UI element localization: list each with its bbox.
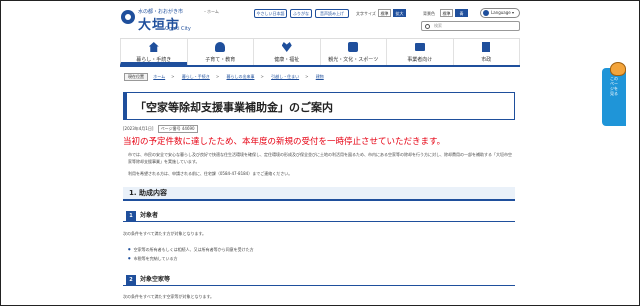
search-placeholder: 検索 — [434, 23, 442, 28]
nav-divider — [120, 65, 520, 67]
eligibility-text: 次の条件をすべて満たす方が対象となります。 — [123, 231, 207, 236]
background-blue-button[interactable]: 青 — [455, 9, 468, 17]
search-icon — [425, 24, 430, 29]
nav-item-childcare[interactable]: 子育て・教育 — [186, 39, 253, 65]
breadcrumb-item[interactable]: 暮らしの出来事 — [226, 74, 254, 80]
nav-item-business[interactable]: 事業者向け — [386, 39, 453, 65]
font-size-normal-button[interactable]: 標準 — [378, 9, 391, 17]
family-icon — [215, 42, 226, 52]
language-button[interactable]: Language ▾ — [480, 8, 520, 18]
city-emblem-icon — [121, 10, 135, 24]
nav-label: 観光・文化・スポーツ — [328, 57, 379, 63]
nav-label: 事業者向け — [407, 57, 433, 63]
ribbon-text: このページを見る — [610, 76, 618, 96]
background-color-label: 背景色 — [423, 11, 435, 16]
nav-item-tourism[interactable]: 観光・文化・スポーツ — [319, 39, 386, 65]
breadcrumb-item[interactable]: 暮らし・手続き — [182, 74, 210, 80]
home-icon — [148, 42, 159, 52]
intro-paragraph: 市では、市民の安全で安心な暮らし及び良好で快適な住生活環境を確保し、定住環境の形… — [128, 152, 512, 164]
page-meta: [2023年4月1日] ページ番号 44690 — [123, 125, 198, 133]
contact-paragraph: 利用を希望される方は、申請される前に、住宅課（0584-47-8184）までご連… — [128, 171, 293, 176]
nav-item-living[interactable]: 暮らし・手続き — [120, 39, 187, 65]
nav-label: 子育て・教育 — [205, 57, 236, 63]
nav-item-city-government[interactable]: 市政 — [452, 39, 520, 65]
care-icon — [281, 42, 292, 52]
list-item: 市税等を完納している方 — [128, 256, 178, 262]
breadcrumb-item[interactable]: 引越し・住まい — [271, 74, 299, 80]
briefcase-icon — [414, 43, 425, 51]
list-item: 空家等の所有者もしくは相続人、又は所有者等から同意を受けた方 — [128, 247, 254, 253]
nav-label: 健康・福祉 — [274, 57, 300, 63]
building-icon — [482, 42, 491, 52]
logo-english-name: Ogaki City — [165, 26, 191, 32]
subsection-title: 対象空家等 — [140, 276, 171, 283]
subsection-heading-eligibility: 1 対象者 — [123, 210, 515, 222]
page-id-badge: ページ番号 44690 — [157, 125, 198, 133]
nav-item-health[interactable]: 健康・福祉 — [253, 39, 320, 65]
subsection-title: 対象者 — [140, 212, 159, 219]
search-input[interactable]: 検索 — [421, 21, 520, 31]
easy-japanese-link[interactable]: やさしい日本語 — [254, 9, 287, 18]
section-heading: 1. 助成内容 — [123, 187, 515, 201]
font-size-label: 文字サイズ — [356, 11, 376, 16]
page-title-box: 「空家等除却支援事業補助金」のご案内 — [123, 92, 515, 120]
subsection-heading-target: 2 対象空家等 — [123, 274, 515, 286]
home-link[interactable]: ・ホーム — [203, 9, 219, 15]
page-title: 「空家等除却支援事業補助金」のご案内 — [135, 101, 333, 114]
breadcrumb-item[interactable]: 建物 — [316, 74, 324, 80]
breadcrumb-item[interactable]: ホーム — [153, 74, 165, 80]
background-normal-button[interactable]: 標準 — [440, 9, 453, 17]
language-label: Language — [491, 10, 511, 15]
breadcrumb: 現在位置 ホーム > 暮らし・手続き > 暮らしの出来事 > 引越し・住まい > 建物 — [124, 73, 330, 81]
mascot-icon — [610, 62, 626, 76]
subsection-number: 2 — [126, 275, 136, 285]
suspension-notice: 当初の予定件数に達したため、本年度の新規の受付を一時停止させていただきます。 — [123, 137, 446, 147]
read-aloud-link[interactable]: 音声読み上げ — [315, 9, 349, 18]
font-size-large-button[interactable]: 拡大 — [393, 9, 406, 17]
nav-label: 市政 — [481, 57, 492, 63]
globe-icon — [483, 10, 489, 16]
furigana-link[interactable]: ふりがな — [290, 9, 312, 18]
camera-icon — [348, 42, 359, 52]
side-ribbon-link[interactable]: このページを見る — [602, 68, 626, 126]
global-nav: 暮らし・手続き 子育て・教育 健康・福祉 観光・文化・スポーツ 事業者向け 市政 — [120, 38, 520, 65]
target-text: 次の条件をすべて満たす空家等が対象となります。 — [123, 294, 215, 299]
update-date: [2023年4月1日] — [123, 126, 154, 131]
subsection-number: 1 — [126, 211, 136, 221]
nav-label: 暮らし・手続き — [136, 57, 172, 63]
breadcrumb-current-marker: 現在位置 — [124, 73, 148, 81]
